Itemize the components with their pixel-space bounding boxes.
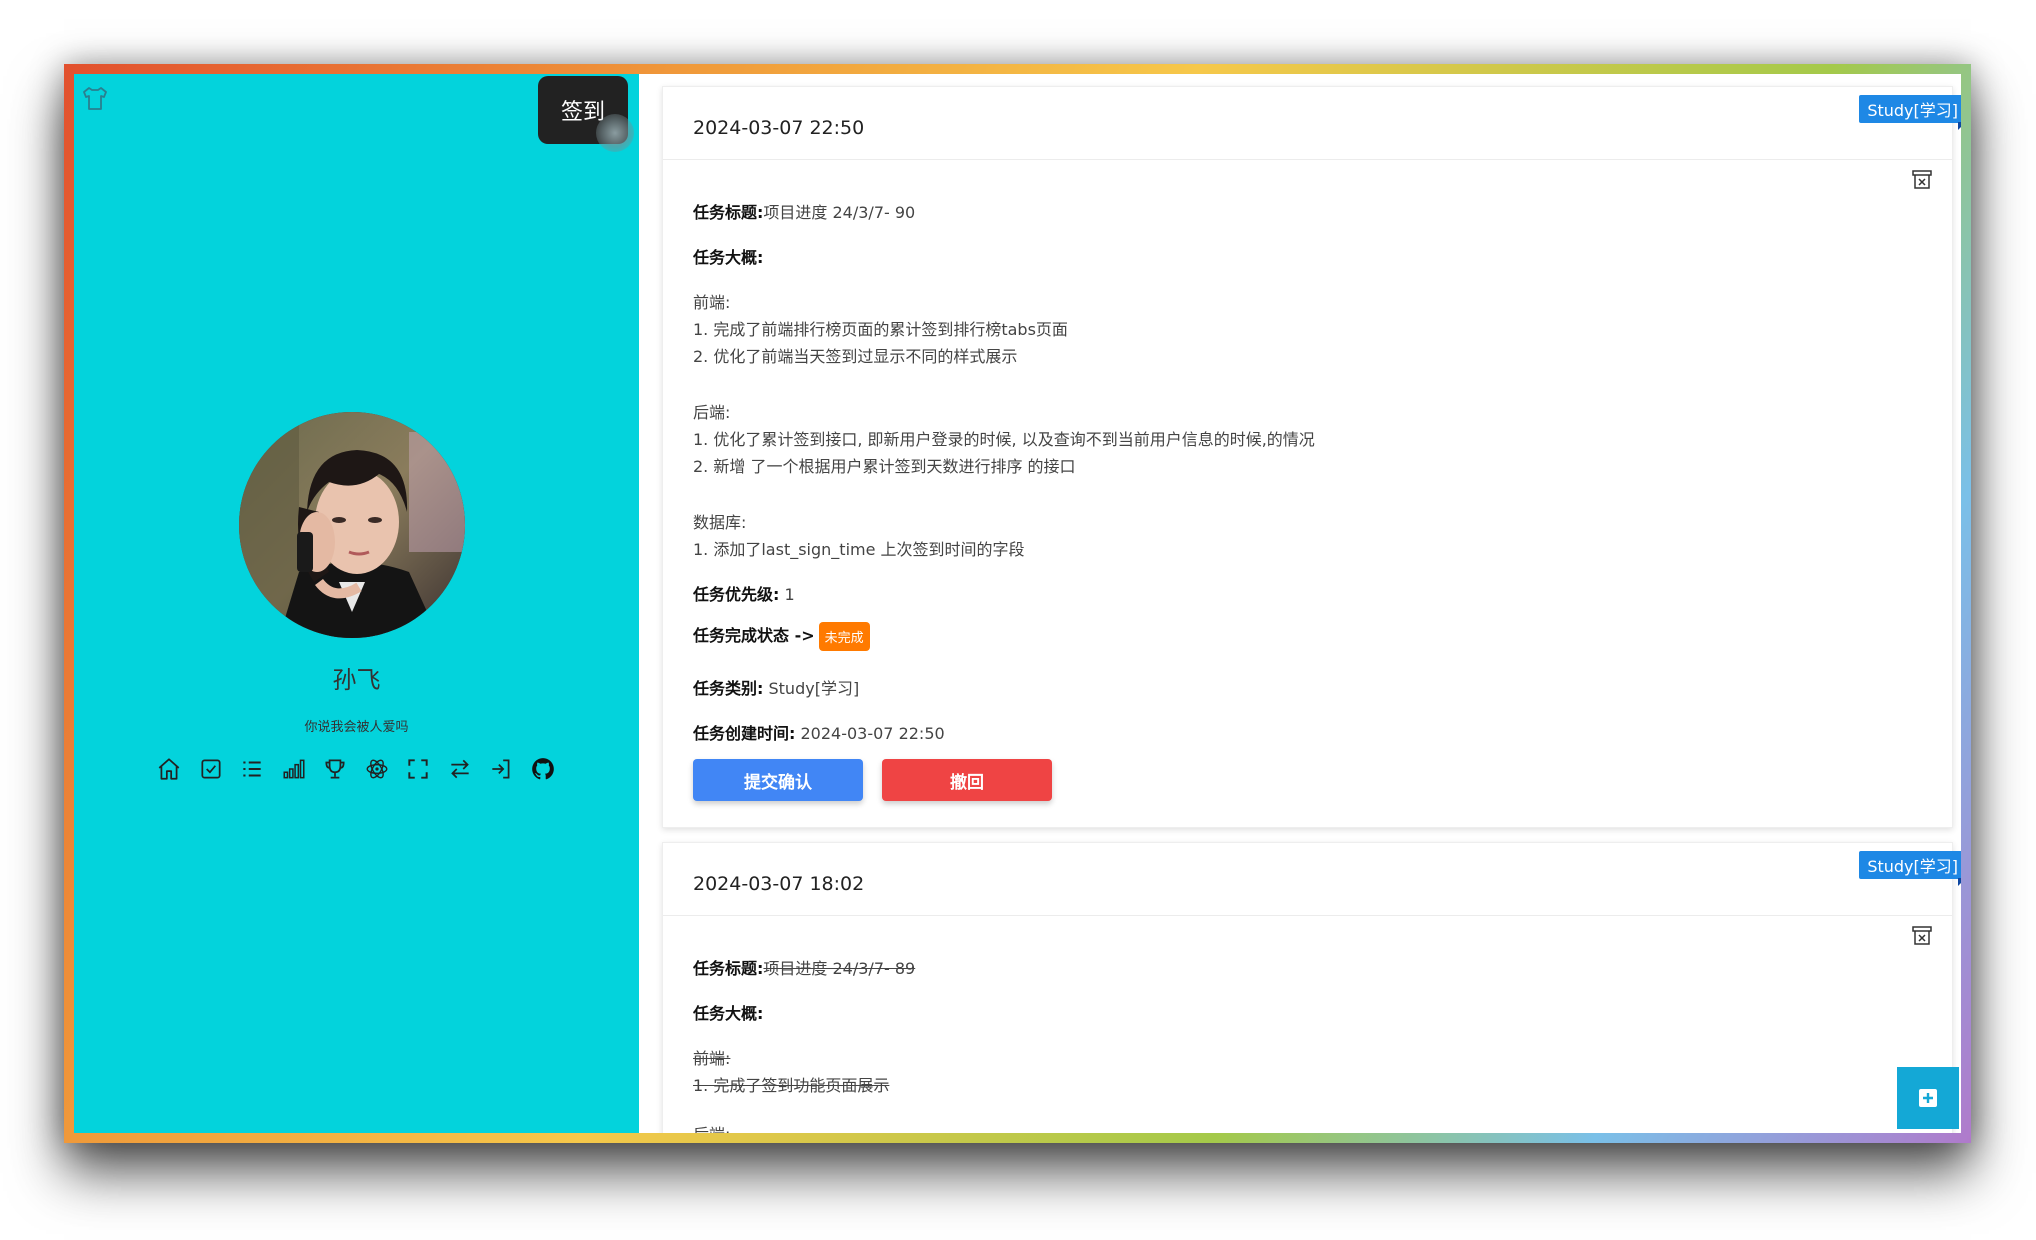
- trophy-icon[interactable]: [322, 756, 348, 782]
- category-label: 任务类别:: [693, 679, 764, 698]
- summary-line: 2. 新增 了一个根据用户累计签到天数进行排序 的接口: [693, 457, 1076, 476]
- submit-confirm-button[interactable]: 提交确认: [693, 759, 863, 801]
- status-row: 任务完成状态 -> 未完成: [693, 622, 870, 651]
- divider: [663, 915, 1952, 916]
- plus-square-icon: [1919, 1089, 1937, 1107]
- swap-icon[interactable]: [447, 756, 473, 782]
- motto: 你说我会被人爱吗: [304, 720, 409, 735]
- summary-line: 后端:: [693, 403, 731, 422]
- app-frame: 签到 孙飞 你说我会被人爱吗 2024-03-07 22:50 Study[学习…: [64, 64, 1971, 1143]
- tag-corner: [1958, 122, 1961, 130]
- category-tag: Study[学习]: [1859, 95, 1961, 123]
- github-icon[interactable]: [530, 756, 556, 782]
- delete-icon[interactable]: [1910, 167, 1934, 191]
- category-value: Study[学习]: [768, 679, 860, 698]
- summary-line: 1. 完成了前端排行榜页面的累计签到排行榜tabs页面: [693, 320, 1068, 339]
- check-square-icon[interactable]: [198, 756, 224, 782]
- card-date: 2024-03-07 22:50: [693, 117, 865, 139]
- created-row: 任务创建时间: 2024-03-07 22:50: [693, 720, 945, 744]
- task-card: 2024-03-07 18:02 Study[学习] 任务标题:项目进度 24/…: [662, 842, 1961, 1133]
- profile-sidebar: 签到 孙飞 你说我会被人爱吗: [74, 74, 639, 1133]
- category-row: 任务类别: Study[学习]: [693, 675, 859, 699]
- summary-line: 1. 完成了签到功能页面展示: [693, 1076, 890, 1095]
- avatar: [239, 412, 465, 638]
- signin-indicator: [596, 114, 634, 152]
- task-list: 2024-03-07 22:50 Study[学习] 任务标题:项目进度 24/…: [648, 74, 1961, 1133]
- app-window: 签到 孙飞 你说我会被人爱吗 2024-03-07 22:50 Study[学习…: [74, 74, 1961, 1133]
- summary-line: 数据库:: [693, 513, 747, 532]
- summary-line: 1. 添加了last_sign_time 上次签到时间的字段: [693, 540, 1025, 559]
- home-icon[interactable]: [156, 756, 182, 782]
- tag-corner: [1958, 878, 1961, 886]
- task-summary-row: 任务大概:: [693, 244, 763, 268]
- task-title-row: 任务标题:项目进度 24/3/7- 89: [693, 955, 915, 979]
- logout-icon[interactable]: [488, 756, 514, 782]
- task-title-label: 任务标题:: [693, 203, 764, 222]
- shirt-icon[interactable]: [80, 84, 110, 112]
- task-summary-label: 任务大概:: [693, 1004, 764, 1023]
- avatar-image: [239, 412, 465, 638]
- summary-line: 前端:: [693, 1049, 731, 1068]
- summary-line: 1. 优化了累计签到接口, 即新用户登录的时候, 以及查询不到当前用户信息的时候…: [693, 430, 1315, 449]
- created-label: 任务创建时间:: [693, 724, 796, 743]
- delete-icon[interactable]: [1910, 923, 1934, 947]
- task-summary-label: 任务大概:: [693, 248, 764, 267]
- task-title-value: 项目进度 24/3/7- 89: [763, 959, 916, 978]
- card-date: 2024-03-07 18:02: [693, 873, 865, 895]
- priority-label: 任务优先级:: [693, 585, 780, 604]
- sidebar-nav: [156, 754, 556, 784]
- divider: [663, 159, 1952, 160]
- summary-line: 后端:: [693, 1121, 730, 1133]
- bar-chart-icon[interactable]: [281, 756, 307, 782]
- created-value: 2024-03-07 22:50: [800, 724, 945, 743]
- task-summary-row: 任务大概:: [693, 1000, 763, 1024]
- list-icon[interactable]: [239, 756, 265, 782]
- username: 孙飞: [332, 666, 381, 694]
- fullscreen-icon[interactable]: [405, 756, 431, 782]
- priority-row: 任务优先级: 1: [693, 581, 795, 605]
- category-tag: Study[学习]: [1859, 851, 1961, 879]
- task-title-label: 任务标题:: [693, 959, 764, 978]
- status-badge: 未完成: [818, 622, 870, 651]
- summary-line: 2. 优化了前端当天签到过显示不同的样式展示: [693, 347, 1018, 366]
- atom-icon[interactable]: [364, 756, 390, 782]
- summary-line: 前端:: [693, 293, 731, 312]
- revoke-button[interactable]: 撤回: [882, 759, 1052, 801]
- task-title-value: 项目进度 24/3/7- 90: [763, 203, 916, 222]
- add-task-button[interactable]: [1897, 1067, 1959, 1129]
- task-title-row: 任务标题:项目进度 24/3/7- 90: [693, 199, 915, 223]
- status-label: 任务完成状态 ->: [693, 626, 815, 645]
- priority-value: 1: [784, 585, 795, 604]
- task-card: 2024-03-07 22:50 Study[学习] 任务标题:项目进度 24/…: [662, 86, 1961, 828]
